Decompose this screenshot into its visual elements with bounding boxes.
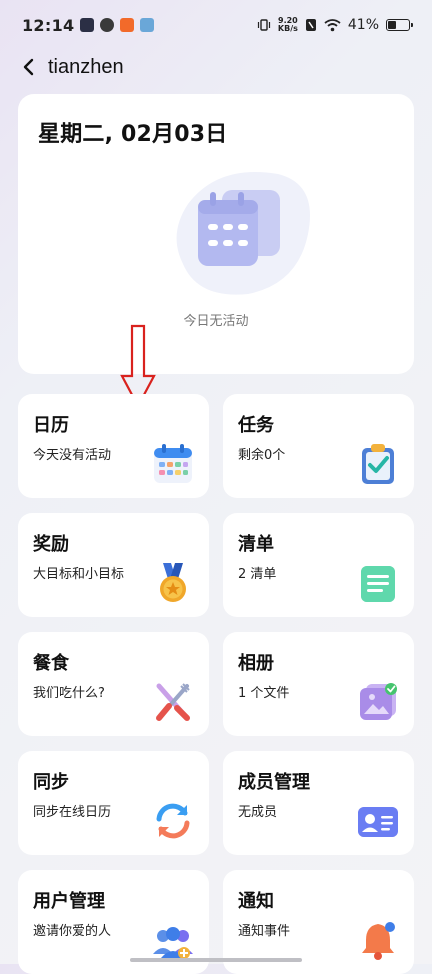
net-speed-unit: KB/s	[277, 24, 298, 33]
card-lists[interactable]: 清单 2 清单	[223, 513, 414, 617]
card-album[interactable]: 相册 1 个文件	[223, 632, 414, 736]
page-title: tianzhen	[48, 55, 124, 78]
card-title: 同步	[33, 772, 69, 793]
photo-album-icon	[360, 683, 397, 720]
card-tasks[interactable]: 任务 剩余0个	[223, 394, 414, 498]
battery-fill	[388, 21, 396, 29]
card-members[interactable]: 成员管理 无成员	[223, 751, 414, 855]
status-bar: 12:14 9.20 KB/s 41%	[0, 0, 432, 50]
card-subtitle: 无成员	[238, 805, 278, 820]
empty-activity-text: 今日无活动	[183, 314, 249, 329]
list-icon	[361, 566, 395, 602]
card-title: 用户管理	[33, 891, 105, 912]
calendar-icon	[154, 444, 192, 483]
card-calendar[interactable]: 日历 今天没有活动	[18, 394, 209, 498]
shopping-app-icon	[120, 18, 135, 32]
card-title: 清单	[238, 534, 274, 555]
vibrate-icon	[257, 19, 270, 31]
status-time: 12:14	[22, 15, 75, 35]
wifi-icon	[324, 19, 341, 32]
card-subtitle: 通知事件	[238, 924, 291, 939]
card-subtitle: 同步在线日历	[33, 805, 112, 820]
media-app-icon	[80, 18, 95, 32]
task-clipboard-icon	[362, 444, 394, 484]
card-title: 奖励	[33, 534, 69, 555]
back-button[interactable]	[18, 57, 38, 77]
home-indicator[interactable]	[130, 958, 302, 962]
card-meals[interactable]: 餐食 我们吃什么?	[18, 632, 209, 736]
chevron-left-icon	[23, 58, 34, 76]
bell-icon	[362, 922, 395, 960]
date-title: 星期二, 02月03日	[38, 122, 228, 147]
gallery-app-icon	[140, 18, 155, 32]
net-speed: 9.20 KB/s	[278, 17, 298, 33]
card-subtitle: 剩余0个	[238, 448, 286, 463]
card-subtitle: 我们吃什么?	[33, 686, 105, 701]
battery-percent: 41%	[347, 17, 379, 33]
card-title: 成员管理	[238, 772, 310, 793]
card-title: 餐食	[33, 653, 69, 674]
nfc-icon	[305, 19, 316, 31]
medal-icon	[160, 563, 186, 602]
date-card[interactable]: 星期二, 02月03日 今日无活动	[18, 94, 414, 374]
header: tianzhen	[0, 50, 432, 84]
card-subtitle: 邀请你爱的人	[33, 924, 112, 939]
sync-icon	[156, 803, 190, 839]
card-rewards[interactable]: 奖励 大目标和小目标	[18, 513, 209, 617]
card-subtitle: 1 个文件	[238, 686, 290, 701]
users-icon	[153, 927, 193, 959]
app-notification-icon	[100, 18, 115, 32]
battery-icon	[386, 19, 413, 31]
card-sync[interactable]: 同步 同步在线日历	[18, 751, 209, 855]
member-card-icon	[358, 807, 398, 837]
card-subtitle: 2 清单	[238, 567, 277, 582]
card-title: 任务	[238, 415, 274, 436]
empty-calendar-illustration	[176, 172, 310, 295]
fork-knife-icon	[156, 683, 190, 721]
card-title: 通知	[238, 891, 274, 912]
card-title: 日历	[33, 415, 69, 436]
card-subtitle: 大目标和小目标	[33, 567, 125, 582]
card-title: 相册	[238, 653, 274, 674]
card-subtitle: 今天没有活动	[33, 448, 112, 463]
